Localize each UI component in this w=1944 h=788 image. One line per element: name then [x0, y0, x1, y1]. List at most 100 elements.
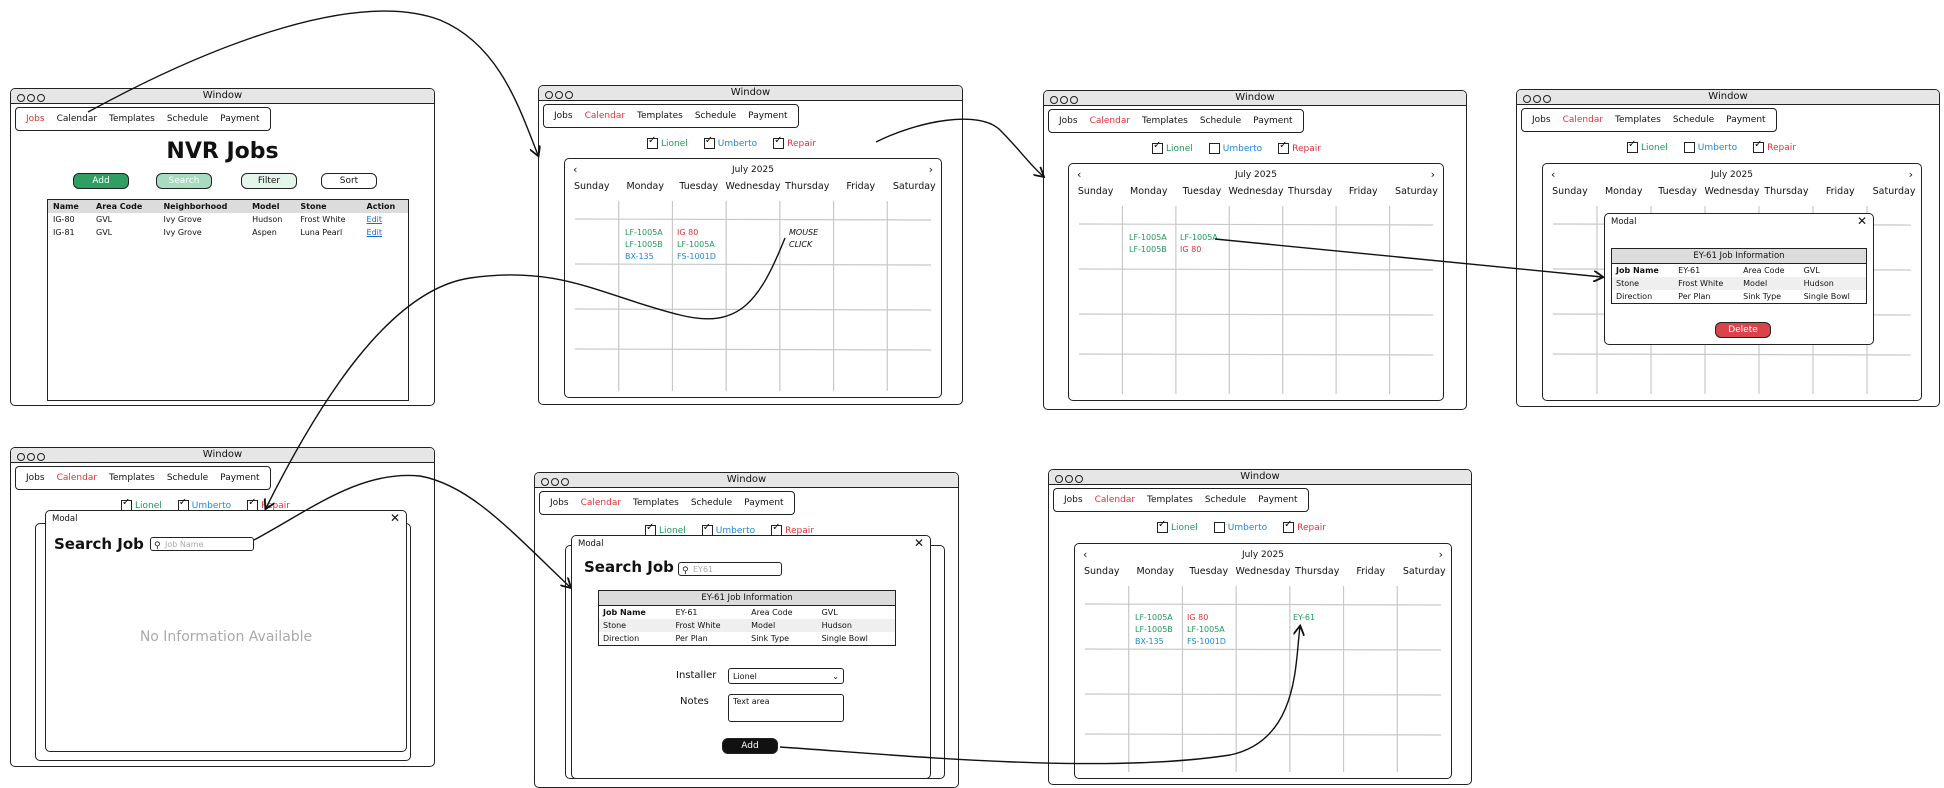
calendar-event[interactable]: LF-1005A — [1129, 232, 1167, 244]
calendar-event[interactable]: LF-1005B — [1129, 244, 1167, 256]
nav-payment[interactable]: Payment — [220, 114, 259, 124]
nav-templates[interactable]: Templates — [637, 111, 683, 121]
calendar-event[interactable]: LF-1005B — [1135, 624, 1173, 636]
filter-button[interactable]: Filter — [241, 173, 297, 189]
window-controls[interactable] — [17, 91, 47, 105]
notes-textarea[interactable]: Text area — [728, 694, 844, 722]
nav-jobs[interactable]: Jobs — [1064, 495, 1083, 505]
nav-schedule[interactable]: Schedule — [691, 498, 732, 508]
nav-jobs[interactable]: Jobs — [550, 498, 569, 508]
filter-repair[interactable]: Repair — [773, 135, 816, 149]
checkbox-unchecked-icon[interactable] — [1208, 143, 1220, 154]
search-input[interactable]: ⚲ Job Name — [150, 537, 254, 551]
add-button[interactable]: Add — [722, 738, 778, 754]
add-button[interactable]: Add — [73, 173, 129, 189]
filter-umberto[interactable]: Umberto — [1208, 143, 1262, 154]
nav-payment[interactable]: Payment — [220, 473, 259, 483]
nav-jobs[interactable]: Jobs — [554, 111, 573, 121]
edit-link[interactable]: Edit — [362, 226, 408, 239]
nav-schedule[interactable]: Schedule — [1200, 116, 1241, 126]
checkbox-checked-icon[interactable] — [1278, 140, 1290, 154]
next-month-icon[interactable]: › — [1909, 168, 1913, 181]
nav-schedule[interactable]: Schedule — [1205, 495, 1246, 505]
window-controls[interactable] — [545, 88, 575, 102]
nav-calendar[interactable]: Calendar — [581, 498, 621, 508]
nav-templates[interactable]: Templates — [1147, 495, 1193, 505]
checkbox-unchecked-icon[interactable] — [1683, 142, 1695, 153]
prev-month-icon[interactable]: ‹ — [573, 163, 577, 176]
close-icon[interactable]: ✕ — [390, 511, 400, 525]
close-icon[interactable]: ✕ — [1857, 214, 1867, 228]
calendar-event[interactable]: LF-1005A — [677, 239, 715, 251]
calendar-event[interactable]: IG 80 — [1180, 244, 1201, 256]
nav-templates[interactable]: Templates — [109, 473, 155, 483]
nav-calendar[interactable]: Calendar — [57, 473, 97, 483]
nav-calendar[interactable]: Calendar — [1090, 116, 1130, 126]
calendar-event[interactable]: LF-1005B — [625, 239, 663, 251]
nav-jobs[interactable]: Jobs — [1532, 115, 1551, 125]
sort-button[interactable]: Sort — [321, 173, 377, 189]
checkbox-checked-icon[interactable] — [773, 135, 785, 149]
filter-umberto[interactable]: Umberto — [1213, 522, 1267, 533]
nav-templates[interactable]: Templates — [1142, 116, 1188, 126]
nav-schedule[interactable]: Schedule — [1673, 115, 1714, 125]
nav-payment[interactable]: Payment — [1258, 495, 1297, 505]
prev-month-icon[interactable]: ‹ — [1083, 548, 1087, 561]
checkbox-checked-icon[interactable] — [1627, 139, 1638, 153]
filter-repair[interactable]: Repair — [1283, 519, 1326, 533]
nav-jobs[interactable]: Jobs — [26, 114, 45, 124]
calendar-event[interactable]: BX-135 — [1135, 636, 1164, 648]
checkbox-checked-icon[interactable] — [1283, 519, 1295, 533]
checkbox-checked-icon[interactable] — [647, 135, 658, 149]
calendar-event[interactable]: FS-1001D — [1187, 636, 1226, 648]
window-controls[interactable] — [1050, 93, 1080, 107]
nav-payment[interactable]: Payment — [748, 111, 787, 121]
window-controls[interactable] — [1523, 92, 1553, 106]
window-controls[interactable] — [1055, 472, 1085, 486]
calendar-event[interactable]: LF-1005A — [1187, 624, 1225, 636]
nav-calendar[interactable]: Calendar — [1563, 115, 1603, 125]
nav-payment[interactable]: Payment — [1726, 115, 1765, 125]
nav-templates[interactable]: Templates — [1615, 115, 1661, 125]
filter-repair[interactable]: Repair — [1753, 139, 1796, 153]
nav-schedule[interactable]: Schedule — [695, 111, 736, 121]
calendar-event[interactable]: FS-1001D — [677, 251, 716, 263]
next-month-icon[interactable]: › — [1431, 168, 1435, 181]
filter-lionel[interactable]: Lionel — [647, 135, 688, 149]
nav-calendar[interactable]: Calendar — [585, 111, 625, 121]
calendar-event[interactable]: IG 80 — [1187, 612, 1208, 624]
filter-lionel[interactable]: Lionel — [1152, 140, 1193, 154]
filter-lionel[interactable]: Lionel — [1627, 139, 1668, 153]
calendar-event[interactable]: LF-1005A — [625, 227, 663, 239]
nav-payment[interactable]: Payment — [1253, 116, 1292, 126]
window-controls[interactable] — [541, 475, 571, 489]
edit-link[interactable]: Edit — [362, 213, 408, 226]
calendar-event[interactable]: LF-1005A — [1180, 232, 1218, 244]
window-controls[interactable] — [17, 450, 47, 464]
nav-schedule[interactable]: Schedule — [167, 114, 208, 124]
checkbox-checked-icon[interactable] — [703, 135, 715, 149]
search-button[interactable]: Search — [156, 173, 212, 189]
nav-jobs[interactable]: Jobs — [26, 473, 45, 483]
checkbox-checked-icon[interactable] — [1157, 519, 1168, 533]
checkbox-checked-icon[interactable] — [1152, 140, 1163, 154]
installer-select[interactable]: Lionel ⌄ — [728, 668, 844, 684]
search-input[interactable]: ⚲ EY61 — [678, 562, 782, 576]
filter-repair[interactable]: Repair — [1278, 140, 1321, 154]
delete-button[interactable]: Delete — [1715, 322, 1771, 338]
nav-payment[interactable]: Payment — [744, 498, 783, 508]
nav-jobs[interactable]: Jobs — [1059, 116, 1078, 126]
calendar-event[interactable]: LF-1005A — [1135, 612, 1173, 624]
prev-month-icon[interactable]: ‹ — [1551, 168, 1555, 181]
filter-umberto[interactable]: Umberto — [1683, 142, 1737, 153]
checkbox-checked-icon[interactable] — [1753, 139, 1765, 153]
next-month-icon[interactable]: › — [929, 163, 933, 176]
close-icon[interactable]: ✕ — [914, 536, 924, 550]
calendar-event[interactable]: IG 80 — [677, 227, 698, 239]
nav-templates[interactable]: Templates — [109, 114, 155, 124]
filter-lionel[interactable]: Lionel — [1157, 519, 1198, 533]
checkbox-unchecked-icon[interactable] — [1213, 522, 1225, 533]
prev-month-icon[interactable]: ‹ — [1077, 168, 1081, 181]
nav-templates[interactable]: Templates — [633, 498, 679, 508]
nav-calendar[interactable]: Calendar — [57, 114, 97, 124]
